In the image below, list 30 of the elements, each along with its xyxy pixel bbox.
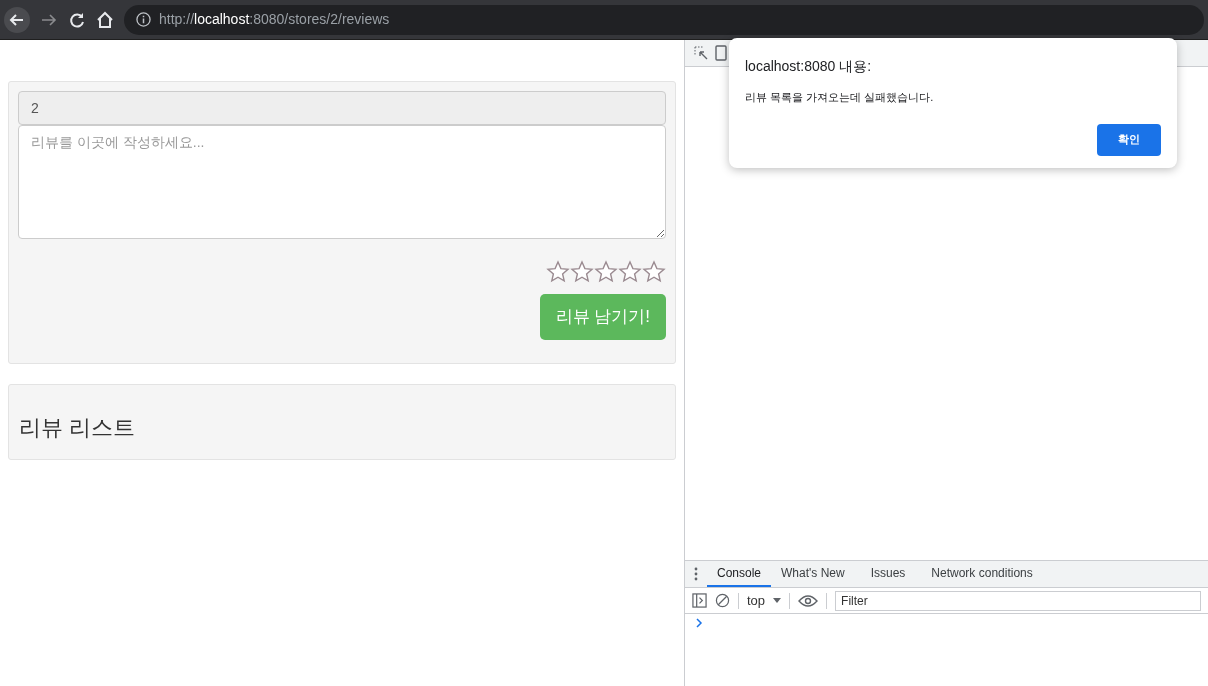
review-text-field[interactable]: 리뷰를 이곳에 작성하세요... xyxy=(18,125,666,239)
dialog-message: 리뷰 목록을 가져오는데 실패했습니다. xyxy=(745,90,935,105)
prompt-icon xyxy=(696,618,703,628)
star-rating[interactable] xyxy=(546,260,666,284)
star-icon[interactable] xyxy=(570,260,594,284)
context-dropdown[interactable]: top xyxy=(747,590,782,611)
info-icon[interactable] xyxy=(136,12,151,27)
url-text[interactable]: http://localhost:8080/stores/2/reviews xyxy=(159,9,390,30)
back-icon[interactable] xyxy=(4,6,30,33)
more-icon[interactable] xyxy=(693,567,699,581)
ok-button[interactable]: 확인 xyxy=(1097,123,1161,156)
star-icon[interactable] xyxy=(642,260,666,284)
sidebar-icon[interactable] xyxy=(692,593,707,608)
drawer-tab[interactable]: Issues xyxy=(860,561,916,587)
drawer-tab[interactable]: Console xyxy=(707,561,772,587)
drawer-tab[interactable]: Network conditions xyxy=(921,561,1043,587)
dialog-title: localhost:8080 내용: xyxy=(745,57,873,76)
star-icon[interactable] xyxy=(618,260,642,284)
inspect-icon[interactable] xyxy=(693,45,709,61)
drawer-tab[interactable]: What's New xyxy=(771,561,855,587)
star-icon[interactable] xyxy=(594,260,618,284)
star-icon[interactable] xyxy=(546,260,570,284)
eye-icon[interactable] xyxy=(798,593,819,608)
address-bar[interactable]: http://localhost:8080/stores/2/reviews xyxy=(124,4,1204,35)
review-list-heading: 리뷰 리스트 xyxy=(19,414,137,442)
home-icon[interactable] xyxy=(96,10,114,29)
filter-field[interactable]: Filter xyxy=(835,590,1201,611)
clear-icon[interactable] xyxy=(715,593,730,608)
device-icon[interactable] xyxy=(715,45,727,61)
caret-icon xyxy=(773,597,782,604)
